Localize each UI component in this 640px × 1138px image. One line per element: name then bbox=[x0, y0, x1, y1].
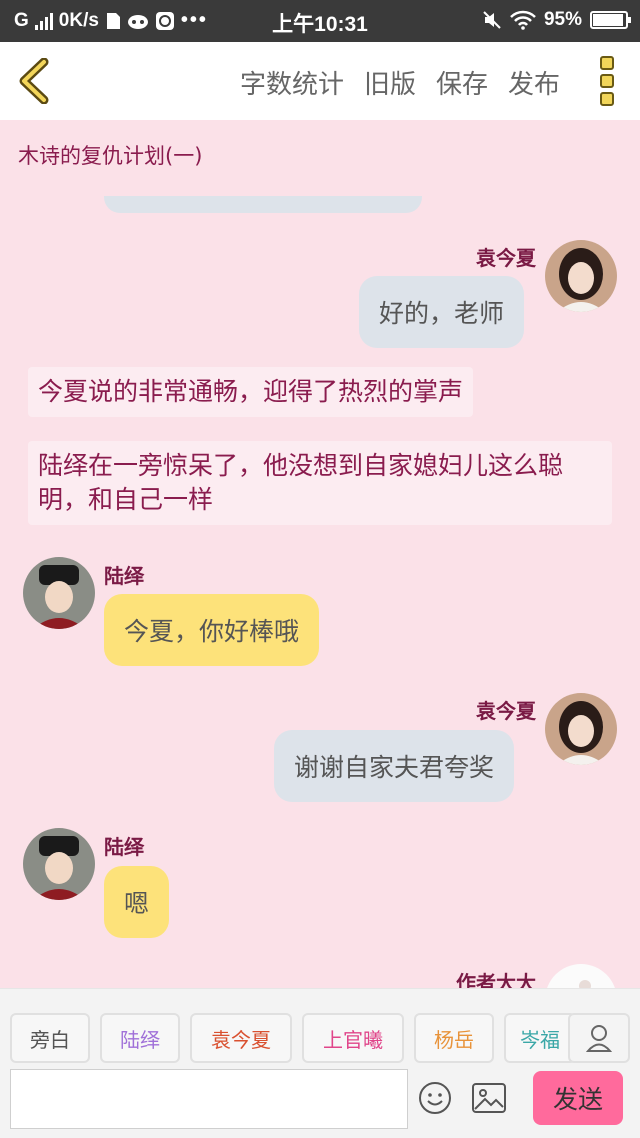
publish-button[interactable]: 发布 bbox=[508, 64, 560, 101]
role-label: 旁白 bbox=[30, 1027, 70, 1052]
battery-icon bbox=[590, 11, 631, 29]
toolbar-actions: 字数统计 旧版 保存 发布 bbox=[240, 64, 560, 101]
back-chevron-icon[interactable] bbox=[14, 58, 54, 104]
speaker-name: 陆绎 bbox=[104, 564, 144, 588]
mute-icon bbox=[483, 11, 501, 29]
chat-bubble: 谢谢自家夫君夸奖 bbox=[274, 730, 515, 802]
word-count-button[interactable]: 字数统计 bbox=[240, 64, 344, 101]
status-bar: G 0K/s ••• 上午10:31 95% bbox=[0, 0, 640, 42]
avatar-yuan-jinxia[interactable] bbox=[545, 693, 617, 765]
image-icon[interactable] bbox=[472, 1083, 506, 1113]
more-menu-icon[interactable] bbox=[600, 56, 616, 110]
role-yuan-jinxia[interactable]: 袁今夏 bbox=[190, 1013, 292, 1063]
chat-bubble: 好的，老师 bbox=[359, 276, 525, 348]
narration-block: 陆绎在一旁惊呆了，他没想到自家媳妇儿这么聪明，和自己一样 bbox=[28, 441, 612, 525]
role-lu-yi[interactable]: 陆绎 bbox=[100, 1013, 180, 1063]
composer-bar: 旁白 陆绎 袁今夏 上官曦 杨岳 岑福 发送 bbox=[0, 988, 640, 1138]
status-right: 95% bbox=[482, 9, 631, 31]
role-label: 上官曦 bbox=[323, 1027, 383, 1052]
chat-bubble: 今夏，你好棒哦 bbox=[104, 594, 320, 666]
speaker-name: 陆绎 bbox=[104, 835, 144, 859]
role-label: 袁今夏 bbox=[211, 1027, 271, 1052]
emoji-icon[interactable] bbox=[418, 1081, 452, 1115]
avatar-yuan-jinxia[interactable] bbox=[545, 240, 617, 312]
role-yang-yue[interactable]: 杨岳 bbox=[414, 1013, 494, 1063]
editor-toolbar: 字数统计 旧版 保存 发布 bbox=[0, 42, 640, 120]
wifi-icon bbox=[510, 10, 536, 30]
narration-block: 今夏说的非常通畅，迎得了热烈的掌声 bbox=[28, 367, 474, 417]
role-narrator[interactable]: 旁白 bbox=[10, 1013, 90, 1063]
user-icon bbox=[586, 1025, 612, 1052]
avatar-lu-yi[interactable] bbox=[23, 828, 95, 900]
role-label: 陆绎 bbox=[120, 1027, 160, 1052]
save-button[interactable]: 保存 bbox=[436, 64, 488, 101]
chapter-title: 木诗的复仇计划(一) bbox=[18, 144, 203, 168]
role-shangguan-xi[interactable]: 上官曦 bbox=[302, 1013, 404, 1063]
old-version-button[interactable]: 旧版 bbox=[364, 64, 416, 101]
message-input[interactable] bbox=[10, 1069, 408, 1129]
battery-percent: 95% bbox=[543, 9, 582, 30]
role-cen-fu[interactable]: 岑福 bbox=[504, 1013, 576, 1063]
previous-bubble bbox=[104, 196, 422, 213]
chat-bubble: 嗯 bbox=[104, 866, 170, 938]
role-label: 岑福 bbox=[520, 1027, 560, 1052]
manage-roles-button[interactable] bbox=[568, 1013, 630, 1063]
speaker-name: 袁今夏 bbox=[476, 246, 536, 270]
send-button[interactable]: 发送 bbox=[533, 1071, 623, 1125]
role-label: 杨岳 bbox=[434, 1027, 474, 1052]
speaker-name: 袁今夏 bbox=[476, 699, 536, 723]
avatar-lu-yi[interactable] bbox=[23, 557, 95, 629]
